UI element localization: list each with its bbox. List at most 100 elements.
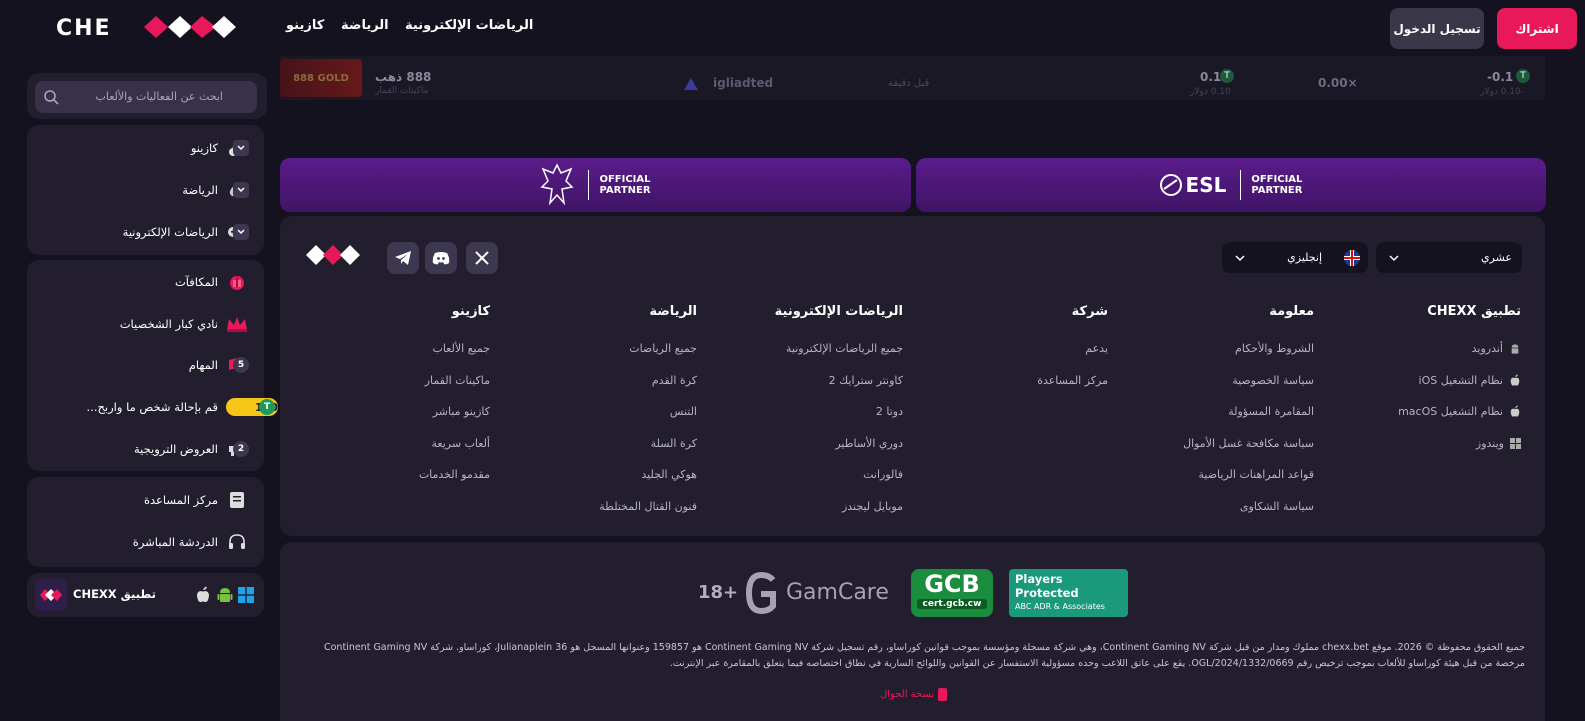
sidebar-item-label: العروض الترويجية (133, 442, 218, 456)
register-button[interactable]: اشتراك (1497, 8, 1577, 49)
footer-link[interactable]: كرة القدم (507, 365, 697, 397)
footer-link[interactable]: سياسة الخصوصية (1124, 365, 1314, 397)
footer-link[interactable]: سياسة مكافحة غسل الأموال (1124, 428, 1314, 460)
sidebar-item-missions[interactable]: المهام 5 (27, 346, 264, 384)
chevron-down-icon[interactable] (233, 182, 249, 198)
footer-link[interactable]: مركز المساعدة (918, 365, 1108, 397)
sidebar-item-promotions[interactable]: العروض الترويجية 2 (27, 430, 264, 468)
footer-link[interactable]: ألعاب سريعة (304, 428, 490, 460)
footer-link[interactable]: كازينو مباشر (304, 396, 490, 428)
sidebar-item-live-chat[interactable]: الدردشة المباشرة (27, 523, 264, 561)
players-protected-badge[interactable]: Players Protected ABC ADR & Associates (1009, 569, 1128, 617)
crystal-palace-partner-banner[interactable]: OFFICIAL PARTNER (280, 158, 911, 212)
discord-button[interactable] (425, 242, 457, 274)
crystal-palace-crest-icon (540, 163, 574, 206)
token-icon: T (1220, 69, 1234, 83)
latest-bet-row: 888 GOLD 888 ذهب ماكينات القمار igliadte… (280, 56, 1545, 100)
discord-icon (432, 252, 450, 265)
sidebar-item-rewards[interactable]: المكافآت (27, 263, 264, 301)
game-title: 888 ذهب (375, 70, 432, 84)
footer-col-title: تطبيق CHEXX (1427, 304, 1521, 319)
sidebar-item-label: قم بإحالة شخص ما واربح... (86, 400, 218, 414)
footer-link[interactable]: الشروط والأحكام (1124, 333, 1314, 365)
nav-casino[interactable]: كازينو (286, 18, 324, 33)
sidebar-item-vip-club[interactable]: نادي كبار الشخصيات (27, 305, 264, 343)
footer-link[interactable]: فالورانت (713, 459, 903, 491)
footer-link[interactable]: دوري الأساطير (713, 428, 903, 460)
footer-logo[interactable] (304, 244, 362, 266)
footer-link[interactable]: جميع الرياضات (507, 333, 697, 365)
search-input[interactable]: ابحث عن الفعاليات والألعاب (35, 81, 257, 113)
footer-link-windows[interactable]: ويندوز (1331, 428, 1521, 460)
footer-link[interactable]: كرة السلة (507, 428, 697, 460)
sidebar-rewards-group: المكافآت نادي كبار الشخصيات المهام 5 قم … (27, 260, 278, 471)
footer-link-android[interactable]: أندرويد (1331, 333, 1521, 365)
search-placeholder: ابحث عن الفعاليات والألعاب (95, 90, 223, 103)
footer-link[interactable]: سياسة الشكاوى (1124, 491, 1314, 523)
gcb-label: GCB (924, 570, 980, 598)
players-protected-label: Players Protected (1015, 572, 1079, 600)
footer-link-macos[interactable]: نظام التشغيل macOS (1331, 396, 1521, 428)
footer-col-title: الرياضة (649, 304, 697, 319)
footer-link[interactable]: المقامرة المسؤولة (1124, 396, 1314, 428)
footer-link[interactable]: جميع الرياضات الإلكترونية (713, 333, 903, 365)
chevron-down-icon (1235, 255, 1245, 262)
footer-link[interactable]: ماكينات القمار (304, 365, 490, 397)
x-icon (475, 251, 489, 265)
telegram-button[interactable] (387, 242, 419, 274)
gamcare-logo-icon[interactable] (745, 572, 777, 614)
sidebar-item-sports[interactable]: الرياضة (27, 171, 264, 209)
promotions-count-badge: 2 (233, 441, 249, 457)
uk-flag-icon (1344, 249, 1360, 266)
chevron-down-icon[interactable] (233, 224, 249, 240)
footer-link[interactable]: موبايل ليجندز (713, 491, 903, 523)
footer-link[interactable]: دوتا 2 (713, 396, 903, 428)
apple-icon (1510, 405, 1520, 417)
footer-link-ios[interactable]: نظام التشغيل iOS (1331, 365, 1521, 397)
bet-multiplier: 0.00× (1318, 76, 1358, 90)
game-thumbnail[interactable]: 888 GOLD (280, 59, 362, 97)
sidebar-item-casino[interactable]: كازينو (27, 129, 264, 167)
app-logo-icon (35, 579, 67, 611)
language-value: إنجليزي (1287, 251, 1322, 264)
nav-esports[interactable]: الرياضات الإلكترونية (405, 18, 533, 33)
language-select[interactable]: إنجليزي (1222, 242, 1368, 273)
odds-format-value: عشري (1480, 251, 1512, 264)
mobile-version-link[interactable]: نسخة الجوال (880, 688, 948, 701)
android-icon (1511, 344, 1519, 354)
sidebar-item-esports[interactable]: الرياضات الإلكترونية (27, 213, 264, 251)
odds-format-select[interactable]: عشري (1376, 242, 1522, 273)
headset-icon (226, 531, 248, 553)
footer-link[interactable]: مقدمو الخدمات (304, 459, 490, 491)
android-icon[interactable] (217, 586, 233, 604)
apple-icon[interactable] (195, 586, 211, 604)
x-twitter-button[interactable] (466, 242, 498, 274)
chexx-logo[interactable]: CHE (56, 14, 236, 40)
mobile-phone-icon (938, 688, 948, 701)
sidebar-item-help-center[interactable]: مركز المساعدة (27, 481, 264, 519)
footer-link[interactable]: هوكي الجليد (507, 459, 697, 491)
login-button[interactable]: تسجيل الدخول (1390, 8, 1484, 49)
footer-link[interactable]: جميع الألعاب (304, 333, 490, 365)
footer-link[interactable]: فنون القتال المختلطة (507, 491, 697, 523)
gcb-seal[interactable]: GCB cert.gcb.cw (911, 569, 993, 617)
legal-text: جميع الحقوق محفوظة © 2026. موقع chexx.be… (323, 642, 1525, 669)
mobile-version-label: نسخة الجوال (880, 689, 935, 700)
sidebar-item-label: كازينو (190, 141, 218, 155)
token-icon: T (1516, 69, 1530, 83)
footer-link[interactable]: التنس (507, 396, 697, 428)
sidebar-item-label: الدردشة المباشرة (132, 535, 218, 549)
footer-link[interactable]: يدعم (918, 333, 1108, 365)
windows-icon[interactable] (238, 587, 254, 603)
search-icon (44, 90, 59, 105)
footer-link[interactable]: كاونتر سترايك 2 (713, 365, 903, 397)
sidebar-item-referral[interactable]: قم بإحالة شخص ما واربح... 100 T (27, 388, 278, 426)
footer-col-esports: الرياضات الإلكترونية جميع الرياضات الإلك… (713, 304, 903, 522)
chevron-down-icon[interactable] (233, 140, 249, 156)
gcb-sub-label: cert.gcb.cw (917, 599, 987, 609)
esl-partner-banner[interactable]: ESL OFFICIAL PARTNER (916, 158, 1546, 212)
windows-icon (1510, 437, 1521, 449)
footer-link[interactable]: قواعد المراهنات الرياضية (1124, 459, 1315, 491)
nav-sports[interactable]: الرياضة (341, 18, 389, 33)
sidebar-app-panel[interactable]: تطبيق CHEXX (27, 573, 264, 617)
